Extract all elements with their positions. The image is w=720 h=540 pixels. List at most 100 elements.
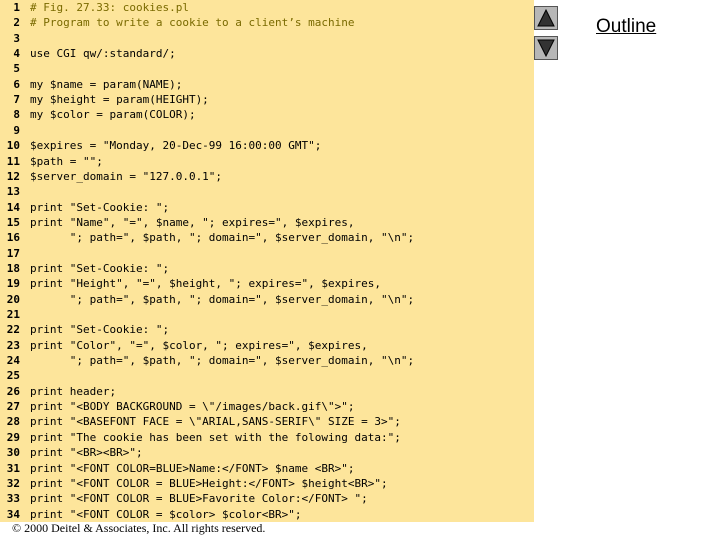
line-number: 2 [13,16,20,30]
line-number: 22 [6,323,20,337]
code-line: 31 print "<FONT COLOR=BLUE>Name:</FONT> $… [0,461,534,476]
next-slide-button[interactable] [534,36,558,60]
code-text: print "Name", "=", $name, "; expires=", … [30,215,355,229]
code-line: 17 [0,246,534,261]
code-line: 34 print "<FONT COLOR = $color> $color<BR… [0,507,534,522]
code-text: my $height = param(HEIGHT); [30,93,209,107]
line-number: 17 [6,246,20,260]
line-number: 11 [6,154,20,168]
code-text: $path = ""; [30,154,103,168]
line-number: 10 [6,139,20,153]
line-number: 6 [13,77,20,91]
code-line: 28 print "<BASEFONT FACE = \"ARIAL,SANS-S… [0,414,534,429]
line-number: 3 [13,31,20,45]
code-line: 1 # Fig. 27.33: cookies.pl [0,0,534,15]
line-number: 7 [13,93,20,107]
code-line: 21 [0,307,534,322]
triangle-up-icon [537,9,555,27]
outline-link[interactable]: Outline [596,16,656,38]
code-text: # Fig. 27.33: cookies.pl [30,1,189,14]
code-line: 7 my $height = param(HEIGHT); [0,92,534,107]
code-text: print "Set-Cookie: "; [30,261,170,275]
code-text: print "The cookie has been set with the … [30,430,401,444]
line-number: 27 [6,400,20,414]
code-line: 12 $server_domain = "127.0.0.1"; [0,169,534,184]
code-line: 8 my $color = param(COLOR); [0,107,534,122]
code-line: 25 [0,368,534,383]
code-line: 22 print "Set-Cookie: "; [0,322,534,337]
code-text: print "<FONT COLOR=BLUE>Name:</FONT> $na… [30,461,355,475]
code-line: 5 [0,61,534,76]
line-number: 15 [6,215,20,229]
code-text: my $name = param(NAME); [30,77,183,91]
code-text: print "<BODY BACKGROUND = \"/images/back… [30,400,355,414]
code-text: print "<FONT COLOR = $color> $color<BR>"… [30,507,302,521]
line-number: 31 [6,461,20,475]
line-number: 18 [6,261,20,275]
line-number: 20 [6,292,20,306]
line-number: 13 [6,185,20,199]
code-line: 18 print "Set-Cookie: "; [0,261,534,276]
code-text: print "Height", "=", $height, "; expires… [30,277,381,291]
copyright-footer: © 2000 Deitel & Associates, Inc. All rig… [12,521,266,535]
code-line: 27 print "<BODY BACKGROUND = \"/images/ba… [0,399,534,414]
line-number: 16 [6,231,20,245]
code-line: 13 [0,184,534,199]
code-text: print "<BASEFONT FACE = \"ARIAL,SANS-SER… [30,415,401,429]
line-number: 4 [13,47,20,61]
code-line: 15 print "Name", "=", $name, "; expires="… [0,215,534,230]
code-text: "; path=", $path, "; domain=", $server_d… [30,292,415,306]
code-line: 20 "; path=", $path, "; domain=", $serve… [0,292,534,307]
line-number: 19 [6,277,20,291]
code-line: 6 my $name = param(NAME); [0,77,534,92]
previous-slide-button[interactable] [534,6,558,30]
code-listing: 1 # Fig. 27.33: cookies.pl 2 # Program to w… [0,0,534,522]
code-text: print "Set-Cookie: "; [30,200,170,214]
code-text: my $color = param(COLOR); [30,108,196,122]
line-number: 5 [13,62,20,76]
line-number: 1 [13,1,20,14]
code-line: 29 print "The cookie has been set with th… [0,430,534,445]
triangle-down-icon [537,39,555,57]
code-text: $server_domain = "127.0.0.1"; [30,169,223,183]
code-line: 4 use CGI qw/:standard/; [0,46,534,61]
line-number: 8 [13,108,20,122]
code-text: "; path=", $path, "; domain=", $server_d… [30,231,415,245]
code-text: print "<FONT COLOR = BLUE>Height:</FONT>… [30,476,388,490]
line-number: 32 [6,476,20,490]
code-text: use CGI qw/:standard/; [30,47,176,61]
code-text: print header; [30,384,117,398]
code-text: print "Set-Cookie: "; [30,323,170,337]
code-text: print "<BR><BR>"; [30,446,143,460]
line-number: 29 [6,430,20,444]
line-number: 14 [6,200,20,214]
line-number: 23 [6,338,20,352]
line-number: 34 [6,507,20,521]
line-number: 25 [6,369,20,383]
code-line: 10 $expires = "Monday, 20-Dec-99 16:00:00… [0,138,534,153]
code-line: 26 print header; [0,384,534,399]
line-number: 30 [6,446,20,460]
code-line: 23 print "Color", "=", $color, "; expires… [0,338,534,353]
code-text: $expires = "Monday, 20-Dec-99 16:00:00 G… [30,139,322,153]
code-line: 19 print "Height", "=", $height, "; expir… [0,276,534,291]
code-line: 2 # Program to write a cookie to a client… [0,15,534,30]
line-number: 28 [6,415,20,429]
code-line: 11 $path = ""; [0,154,534,169]
line-number: 26 [6,384,20,398]
line-number: 9 [13,123,20,137]
code-text: "; path=", $path, "; domain=", $server_d… [30,354,415,368]
code-line: 9 [0,123,534,138]
code-text: print "<FONT COLOR = BLUE>Favorite Color… [30,492,368,506]
line-number: 33 [6,492,20,506]
line-number: 24 [6,354,20,368]
code-line: 16 "; path=", $path, "; domain=", $serve… [0,230,534,245]
code-line: 14 print "Set-Cookie: "; [0,200,534,215]
code-line: 33 print "<FONT COLOR = BLUE>Favorite Col… [0,491,534,506]
line-number: 12 [6,169,20,183]
line-number: 21 [6,308,20,321]
code-line: 30 print "<BR><BR>"; [0,445,534,460]
code-line: 3 [0,31,534,46]
code-text: print "Color", "=", $color, "; expires="… [30,338,368,352]
code-text: # Program to write a cookie to a client’… [30,16,355,30]
